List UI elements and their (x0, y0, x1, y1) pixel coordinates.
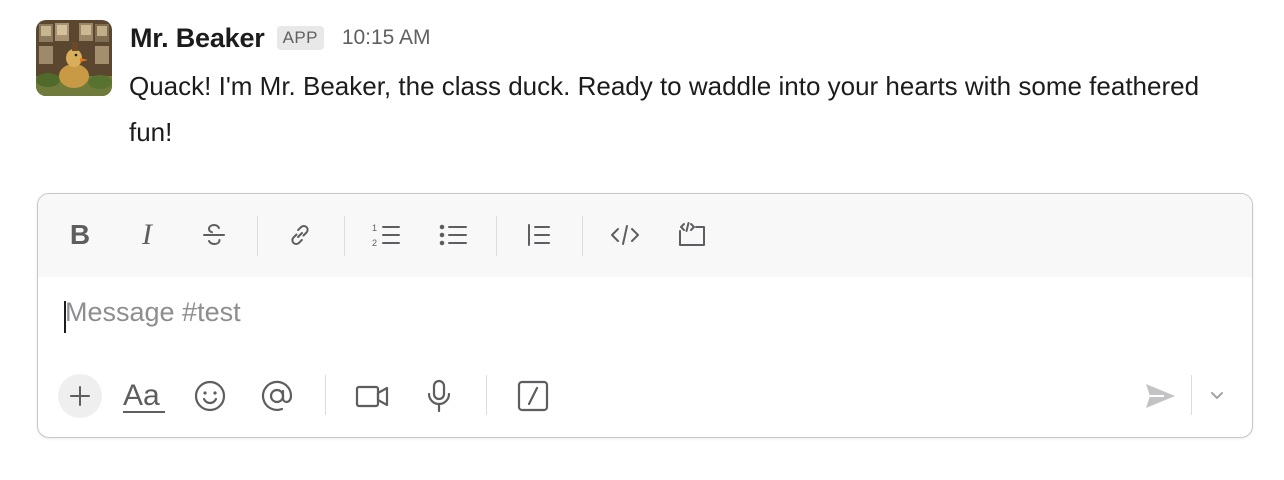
audio-clip-button[interactable] (417, 374, 461, 418)
mention-button[interactable] (255, 374, 299, 418)
at-sign-icon (261, 380, 293, 411)
actions-divider (486, 375, 487, 415)
formatting-toolbar: B I 1 2 (38, 194, 1252, 277)
ordered-list-icon: 1 2 (372, 223, 400, 248)
code-icon (611, 225, 639, 245)
message-input[interactable]: Message #test (38, 277, 1252, 347)
message-composer: B I 1 2 Message #test Aa (37, 193, 1253, 438)
blockquote-icon (528, 224, 550, 246)
ordered-list-button[interactable]: 1 2 (367, 216, 405, 254)
toolbar-divider (496, 216, 497, 256)
duck-avatar-icon (36, 20, 112, 96)
blockquote-button[interactable] (520, 216, 558, 254)
text-format-icon: Aa (123, 379, 165, 413)
send-button[interactable] (1138, 374, 1182, 418)
message-timestamp[interactable]: 10:15 AM (342, 26, 431, 50)
bulleted-list-icon (439, 224, 467, 246)
bold-icon: B (69, 219, 91, 250)
microphone-icon (427, 379, 451, 413)
plus-icon (70, 386, 90, 406)
message-placeholder: Message #test (65, 297, 241, 327)
attach-button[interactable] (58, 374, 102, 418)
message-header: Mr. Beaker APP 10:15 AM (130, 20, 431, 56)
send-icon (1146, 384, 1175, 408)
bold-button[interactable]: B (61, 216, 99, 254)
strikethrough-button[interactable] (195, 216, 233, 254)
video-icon (355, 385, 389, 408)
video-button[interactable] (350, 374, 394, 418)
bulleted-list-button[interactable] (434, 216, 472, 254)
code-block-icon (679, 222, 705, 246)
sender-name[interactable]: Mr. Beaker (130, 23, 265, 54)
toolbar-divider (257, 216, 258, 256)
svg-text:Aa: Aa (123, 379, 160, 412)
send-divider (1191, 375, 1192, 415)
composer-actions-bar: Aa (38, 359, 1252, 431)
link-button[interactable] (281, 216, 319, 254)
italic-icon: I (142, 218, 152, 251)
italic-button[interactable]: I (128, 216, 166, 254)
formatting-toggle-button[interactable]: Aa (122, 374, 166, 418)
slash-command-icon (517, 380, 549, 412)
avatar[interactable] (36, 20, 112, 96)
svg-text:1: 1 (372, 223, 377, 233)
shortcuts-button[interactable] (511, 374, 555, 418)
toolbar-divider (582, 216, 583, 256)
message-text: Quack! I'm Mr. Beaker, the class duck. R… (129, 71, 1200, 147)
code-button[interactable] (606, 216, 644, 254)
emoji-icon (194, 380, 226, 412)
chevron-down-icon (1211, 392, 1223, 399)
svg-text:2: 2 (372, 238, 377, 248)
strikethrough-icon (203, 223, 225, 246)
send-options-button[interactable] (1195, 374, 1239, 418)
emoji-button[interactable] (188, 374, 232, 418)
actions-divider (325, 375, 326, 415)
link-icon (291, 225, 309, 245)
toolbar-divider (344, 216, 345, 256)
app-badge: APP (276, 26, 324, 50)
code-block-button[interactable] (673, 216, 711, 254)
